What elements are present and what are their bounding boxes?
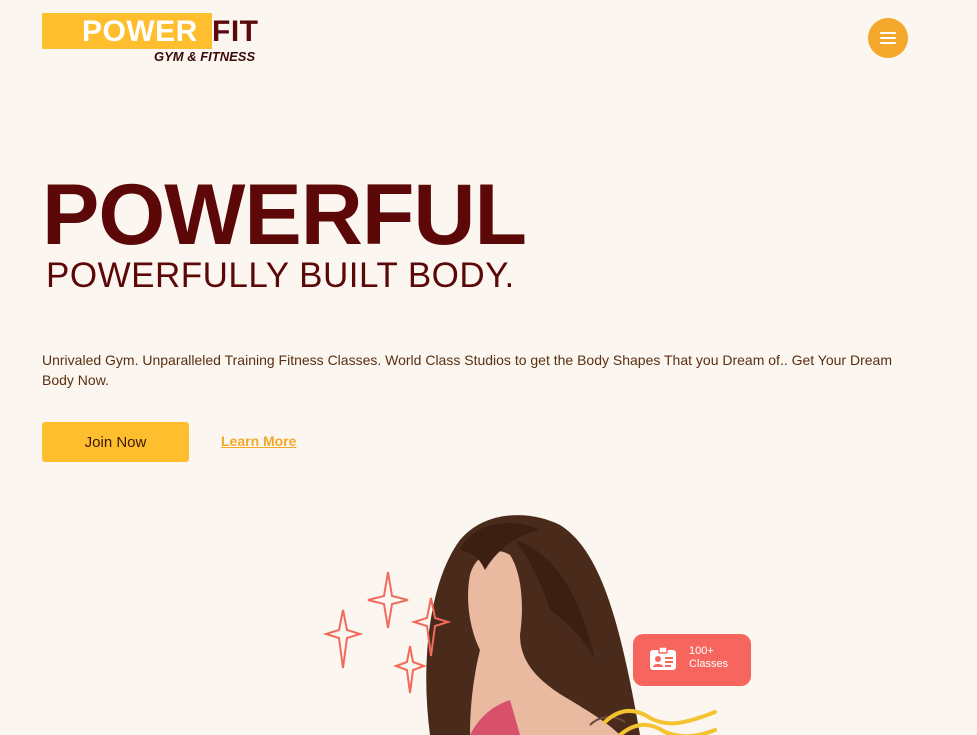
join-now-button[interactable]: Join Now <box>42 422 189 462</box>
badge-text: 100+ Classes <box>689 645 728 671</box>
menu-button[interactable] <box>868 18 908 58</box>
badge-count: 100+ <box>689 645 714 657</box>
logo-word-power: POWER <box>82 15 198 48</box>
hamburger-menu-icon-line <box>880 37 896 39</box>
logo-word-fit: FIT <box>212 15 259 48</box>
badge-label: Classes <box>689 658 729 670</box>
logo[interactable]: POWER FIT GYM & FITNESS <box>42 13 258 65</box>
logo-tagline: GYM & FITNESS <box>154 49 256 64</box>
learn-more-link[interactable]: Learn More <box>221 433 296 449</box>
id-card-icon <box>650 646 676 670</box>
site-header: POWER FIT GYM & FITNESS <box>0 0 977 80</box>
hero-description: Unrivaled Gym. Unparalleled Training Fit… <box>42 352 892 388</box>
hero-subtitle: POWERFULLY BUILT BODY. <box>46 256 515 295</box>
classes-badge: 100+ Classes <box>633 634 751 686</box>
hero-woman-image <box>322 515 717 735</box>
hamburger-menu-icon-line <box>880 42 896 44</box>
hero-title: POWERFUL <box>42 167 527 263</box>
hamburger-menu-icon <box>880 32 896 34</box>
